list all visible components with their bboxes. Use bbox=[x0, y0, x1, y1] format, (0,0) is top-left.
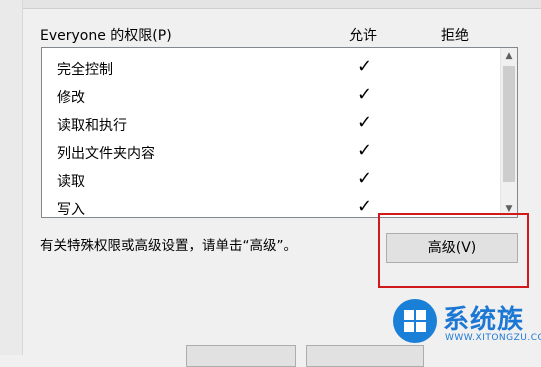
watermark-url: WWW.XITONGZU.COM bbox=[445, 333, 541, 343]
permission-row[interactable]: 完全控制 ✓ bbox=[42, 54, 500, 82]
column-allow-header: 允许 bbox=[349, 28, 377, 44]
permission-label: 写入 bbox=[57, 202, 85, 218]
column-deny-header: 拒绝 bbox=[441, 28, 469, 44]
permission-row[interactable]: 读取和执行 ✓ bbox=[42, 110, 500, 138]
watermark: 系统族 WWW.XITONGZU.COM bbox=[393, 297, 541, 355]
permission-row[interactable]: 修改 ✓ bbox=[42, 82, 500, 110]
allow-check-icon: ✓ bbox=[357, 196, 373, 217]
allow-check-icon: ✓ bbox=[357, 168, 373, 189]
window-top-edge bbox=[0, 0, 541, 9]
permission-label: 列出文件夹内容 bbox=[57, 146, 155, 162]
permission-row[interactable]: 读取 ✓ bbox=[42, 166, 500, 194]
permission-row[interactable]: 列出文件夹内容 ✓ bbox=[42, 138, 500, 166]
permission-label: 读取和执行 bbox=[57, 118, 127, 134]
highlight-box bbox=[378, 213, 529, 288]
permission-label: 修改 bbox=[57, 90, 85, 106]
permission-label: 读取 bbox=[57, 174, 85, 190]
allow-check-icon: ✓ bbox=[357, 140, 373, 161]
allow-check-icon: ✓ bbox=[357, 112, 373, 133]
window-left-edge bbox=[0, 0, 23, 355]
advanced-hint-text: 有关特殊权限或高级设置，请单击“高级”。 bbox=[40, 238, 297, 254]
list-scrollbar[interactable]: ▲ ▼ bbox=[500, 48, 517, 217]
windows-logo-icon bbox=[393, 299, 437, 343]
permission-label: 完全控制 bbox=[57, 62, 113, 78]
scroll-thumb[interactable] bbox=[503, 66, 515, 182]
permissions-list[interactable]: 完全控制 ✓ 修改 ✓ 读取和执行 ✓ 列出文件夹内容 ✓ 读取 ✓ 写入 ✓ … bbox=[41, 47, 518, 218]
scroll-up-icon[interactable]: ▲ bbox=[501, 48, 517, 64]
permissions-title: Everyone 的权限(P) bbox=[40, 28, 172, 44]
ok-button[interactable] bbox=[186, 345, 296, 367]
allow-check-icon: ✓ bbox=[357, 84, 373, 105]
allow-check-icon: ✓ bbox=[357, 56, 373, 77]
watermark-brand: 系统族 bbox=[443, 305, 525, 335]
